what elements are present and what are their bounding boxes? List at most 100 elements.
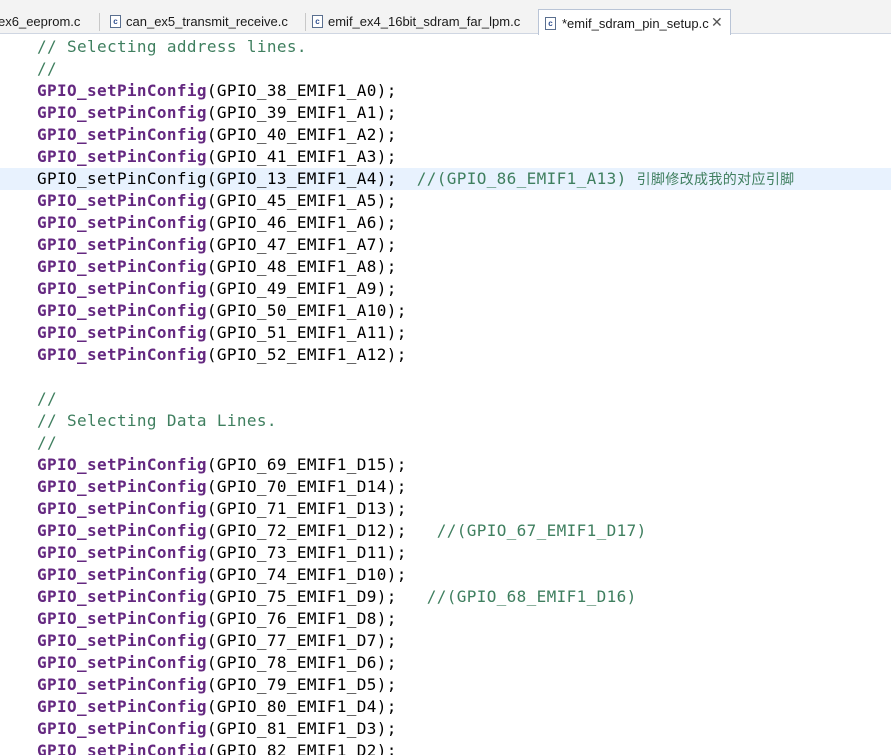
code-line: GPIO_setPinConfig(GPIO_74_EMIF1_D10); xyxy=(37,564,407,586)
function-name: GPIO_setPinConfig xyxy=(37,191,207,210)
code-comment: //(GPIO_67_EMIF1_D17) xyxy=(436,521,647,540)
code-comment: //(GPIO_68_EMIF1_D16) xyxy=(426,587,637,606)
tab-emif-ex4-16bit-sdram-far-lpm[interactable]: c emif_ex4_16bit_sdram_far_lpm.c xyxy=(306,8,538,34)
function-args: (GPIO_48_EMIF1_A8); xyxy=(206,257,397,276)
code-comment: // xyxy=(37,59,57,78)
function-name: GPIO_setPinConfig xyxy=(37,499,207,518)
function-name: GPIO_setPinConfig xyxy=(37,279,207,298)
code-line: GPIO_setPinConfig(GPIO_82_EMIF1_D2); xyxy=(37,740,397,755)
function-args: (GPIO_80_EMIF1_D4); xyxy=(206,697,397,716)
code-line: GPIO_setPinConfig(GPIO_79_EMIF1_D5); xyxy=(37,674,397,696)
code-comment: // xyxy=(37,433,57,452)
function-args: (GPIO_77_EMIF1_D7); xyxy=(206,631,397,650)
tab-can-ex5-transmit-receive[interactable]: c can_ex5_transmit_receive.c xyxy=(100,8,305,34)
function-args: (GPIO_73_EMIF1_D11); xyxy=(206,543,407,562)
function-name: GPIO_setPinConfig xyxy=(37,323,207,342)
code-line: // Selecting Data Lines. xyxy=(37,410,277,432)
function-args: (GPIO_75_EMIF1_D9); xyxy=(206,587,427,606)
code-line: GPIO_setPinConfig(GPIO_39_EMIF1_A1); xyxy=(37,102,397,124)
c-file-icon: c xyxy=(545,17,556,30)
function-name: GPIO_setPinConfig xyxy=(37,543,207,562)
function-name: GPIO_setPinConfig xyxy=(37,565,207,584)
tab-label: ex6_eeprom.c xyxy=(0,14,81,29)
code-line: GPIO_setPinConfig(GPIO_69_EMIF1_D15); xyxy=(37,454,407,476)
code-line: GPIO_setPinConfig(GPIO_13_EMIF1_A4); //(… xyxy=(37,168,795,190)
tab-label: *emif_sdram_pin_setup.c xyxy=(562,16,709,31)
function-name: GPIO_setPinConfig xyxy=(37,653,207,672)
code-line: // Selecting address lines. xyxy=(37,36,307,58)
function-args: (GPIO_82_EMIF1_D2); xyxy=(206,741,397,755)
tab-label: emif_ex4_16bit_sdram_far_lpm.c xyxy=(328,14,521,29)
code-line: GPIO_setPinConfig(GPIO_50_EMIF1_A10); xyxy=(37,300,407,322)
function-args: (GPIO_70_EMIF1_D14); xyxy=(206,477,407,496)
code-line: GPIO_setPinConfig(GPIO_76_EMIF1_D8); xyxy=(37,608,397,630)
function-args: (GPIO_38_EMIF1_A0); xyxy=(206,81,397,100)
function-args: (GPIO_72_EMIF1_D12); xyxy=(206,521,437,540)
function-name: GPIO_setPinConfig xyxy=(37,455,207,474)
c-file-icon: c xyxy=(110,15,121,28)
function-name: GPIO_setPinConfig xyxy=(37,235,207,254)
function-args: (GPIO_50_EMIF1_A10); xyxy=(206,301,407,320)
code-line: GPIO_setPinConfig(GPIO_70_EMIF1_D14); xyxy=(37,476,407,498)
function-args: (GPIO_76_EMIF1_D8); xyxy=(206,609,397,628)
code-line: GPIO_setPinConfig(GPIO_75_EMIF1_D9); //(… xyxy=(37,586,637,608)
function-name: GPIO_setPinConfig xyxy=(37,741,207,755)
code-line: GPIO_setPinConfig(GPIO_52_EMIF1_A12); xyxy=(37,344,407,366)
code-line: GPIO_setPinConfig(GPIO_48_EMIF1_A8); xyxy=(37,256,397,278)
code-line: GPIO_setPinConfig(GPIO_46_EMIF1_A6); xyxy=(37,212,397,234)
function-name: GPIO_setPinConfig xyxy=(37,477,207,496)
code-editor[interactable]: // Selecting address lines. // GPIO_setPin… xyxy=(0,34,891,755)
function-args: (GPIO_46_EMIF1_A6); xyxy=(206,213,397,232)
code-line: GPIO_setPinConfig(GPIO_73_EMIF1_D11); xyxy=(37,542,407,564)
close-icon[interactable]: ✕ xyxy=(711,14,723,31)
code-line: GPIO_setPinConfig(GPIO_47_EMIF1_A7); xyxy=(37,234,397,256)
code-comment: // Selecting Data Lines. xyxy=(37,411,277,430)
function-args: (GPIO_47_EMIF1_A7); xyxy=(206,235,397,254)
code-line: // xyxy=(37,58,57,80)
editor-tab-bar: ex6_eeprom.c c can_ex5_transmit_receive.… xyxy=(0,0,891,35)
function-args: (GPIO_78_EMIF1_D6); xyxy=(206,653,397,672)
code-comment: // xyxy=(37,389,57,408)
function-args: (GPIO_81_EMIF1_D3); xyxy=(206,719,397,738)
function-args: (GPIO_41_EMIF1_A3); xyxy=(206,147,397,166)
code-line: GPIO_setPinConfig(GPIO_77_EMIF1_D7); xyxy=(37,630,397,652)
function-args: (GPIO_49_EMIF1_A9); xyxy=(206,279,397,298)
code-text: GPIO_setPinConfig(GPIO_13_EMIF1_A4); xyxy=(37,169,417,188)
code-line: // xyxy=(37,432,57,454)
code-line: GPIO_setPinConfig(GPIO_49_EMIF1_A9); xyxy=(37,278,397,300)
tab-ex6-eeprom[interactable]: ex6_eeprom.c xyxy=(0,8,97,34)
function-name: GPIO_setPinConfig xyxy=(37,81,207,100)
function-args: (GPIO_69_EMIF1_D15); xyxy=(206,455,407,474)
code-line: GPIO_setPinConfig(GPIO_72_EMIF1_D12); //… xyxy=(37,520,647,542)
function-name: GPIO_setPinConfig xyxy=(37,103,207,122)
function-args: (GPIO_51_EMIF1_A11); xyxy=(206,323,407,342)
code-line: // xyxy=(37,388,57,410)
code-line: GPIO_setPinConfig(GPIO_40_EMIF1_A2); xyxy=(37,124,397,146)
tab-emif-sdram-pin-setup[interactable]: c *emif_sdram_pin_setup.c ✕ xyxy=(538,9,731,35)
function-name: GPIO_setPinConfig xyxy=(37,125,207,144)
code-line: GPIO_setPinConfig(GPIO_51_EMIF1_A11); xyxy=(37,322,407,344)
function-name: GPIO_setPinConfig xyxy=(37,345,207,364)
function-name: GPIO_setPinConfig xyxy=(37,675,207,694)
code-line: GPIO_setPinConfig(GPIO_45_EMIF1_A5); xyxy=(37,190,397,212)
function-name: GPIO_setPinConfig xyxy=(37,697,207,716)
code-line: GPIO_setPinConfig(GPIO_38_EMIF1_A0); xyxy=(37,80,397,102)
function-args: (GPIO_45_EMIF1_A5); xyxy=(206,191,397,210)
function-name: GPIO_setPinConfig xyxy=(37,631,207,650)
function-args: (GPIO_74_EMIF1_D10); xyxy=(206,565,407,584)
function-args: (GPIO_40_EMIF1_A2); xyxy=(206,125,397,144)
function-name: GPIO_setPinConfig xyxy=(37,609,207,628)
c-file-icon: c xyxy=(312,15,323,28)
function-name: GPIO_setPinConfig xyxy=(37,301,207,320)
function-name: GPIO_setPinConfig xyxy=(37,587,207,606)
function-args: (GPIO_71_EMIF1_D13); xyxy=(206,499,407,518)
code-line: GPIO_setPinConfig(GPIO_81_EMIF1_D3); xyxy=(37,718,397,740)
code-line: GPIO_setPinConfig(GPIO_80_EMIF1_D4); xyxy=(37,696,397,718)
function-name: GPIO_setPinConfig xyxy=(37,147,207,166)
code-line: GPIO_setPinConfig(GPIO_71_EMIF1_D13); xyxy=(37,498,407,520)
function-args: (GPIO_52_EMIF1_A12); xyxy=(206,345,407,364)
code-comment: // Selecting address lines. xyxy=(37,37,307,56)
function-name: GPIO_setPinConfig xyxy=(37,213,207,232)
function-name: GPIO_setPinConfig xyxy=(37,521,207,540)
code-comment: 引脚修改成我的对应引脚 xyxy=(636,172,795,188)
